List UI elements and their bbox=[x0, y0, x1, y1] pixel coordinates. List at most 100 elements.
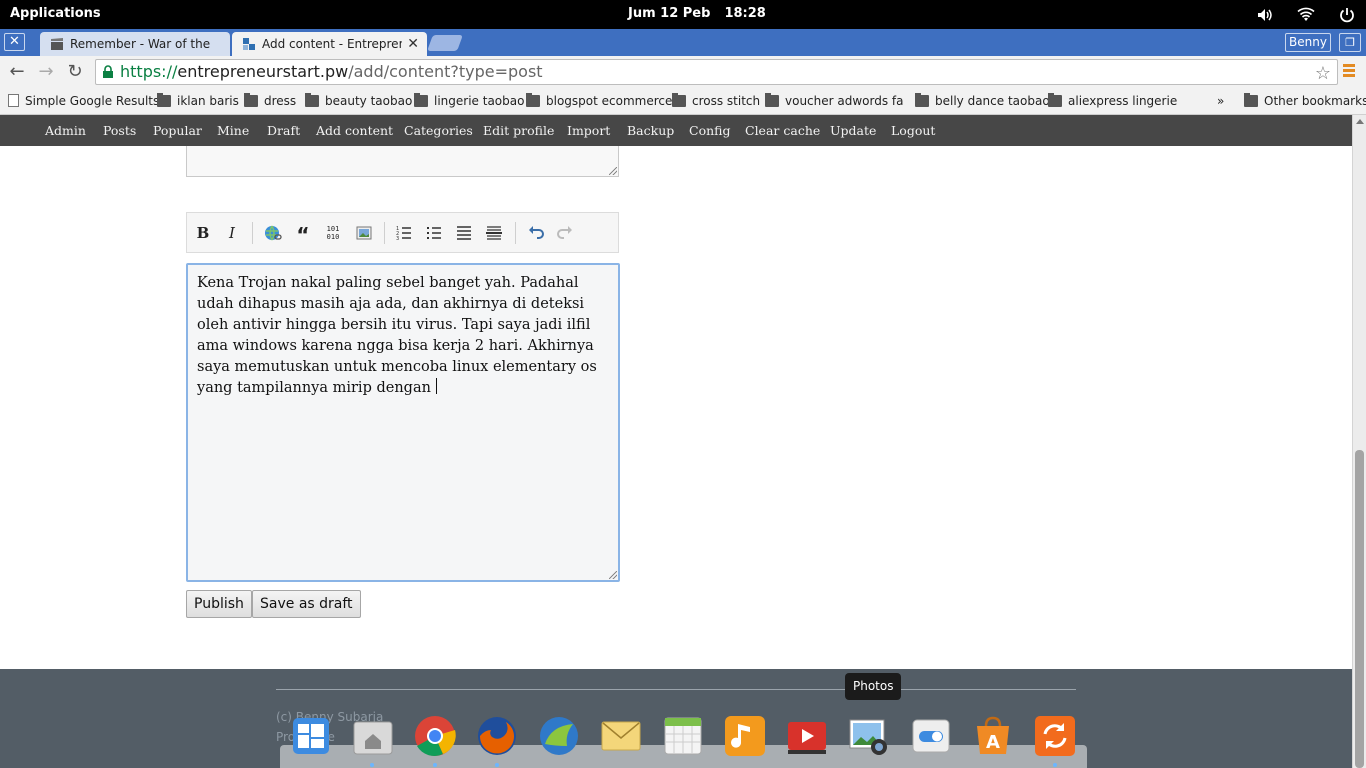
files-icon[interactable] bbox=[351, 714, 395, 758]
back-arrow-icon[interactable]: ← bbox=[5, 60, 29, 84]
nav-popular[interactable]: Popular bbox=[153, 123, 202, 138]
publish-button[interactable]: Publish bbox=[186, 590, 252, 618]
nav-categories[interactable]: Categories bbox=[404, 123, 473, 138]
wifi-icon[interactable] bbox=[1297, 6, 1315, 24]
url-host: entrepreneurstart.pw bbox=[177, 62, 349, 81]
mail-icon[interactable] bbox=[599, 714, 643, 758]
bookmark-folder-iklan-baris[interactable]: iklan baris bbox=[157, 93, 239, 109]
reload-icon[interactable]: ↻ bbox=[63, 60, 87, 84]
nav-draft[interactable]: Draft bbox=[267, 123, 300, 138]
date-label: Jum 12 Peb bbox=[628, 6, 711, 21]
heading-icon[interactable] bbox=[453, 222, 475, 244]
link-globe-icon[interactable] bbox=[262, 222, 284, 244]
nav-admin[interactable]: Admin bbox=[45, 123, 86, 138]
close-tab-icon[interactable]: ✕ bbox=[407, 32, 419, 56]
bold-icon[interactable]: B bbox=[192, 222, 214, 244]
chrome-menu-icon[interactable] bbox=[1343, 64, 1355, 80]
puzzle-favicon-icon bbox=[243, 38, 255, 50]
nav-posts[interactable]: Posts bbox=[103, 123, 136, 138]
scroll-up-arrow-icon[interactable] bbox=[1356, 119, 1364, 124]
power-icon[interactable] bbox=[1338, 6, 1356, 24]
blockquote-icon[interactable]: “ bbox=[292, 222, 314, 247]
horizontal-rule-icon[interactable] bbox=[483, 222, 505, 244]
software-center-icon[interactable]: A bbox=[971, 714, 1015, 758]
chrome-icon[interactable] bbox=[413, 714, 457, 758]
applications-menu[interactable]: Applications bbox=[10, 6, 101, 21]
scroll-thumb[interactable] bbox=[1355, 450, 1364, 768]
save-as-draft-button[interactable]: Save as draft bbox=[252, 590, 361, 618]
tab-strip: ✕ Remember - War of the Sc Add content -… bbox=[0, 29, 1366, 56]
bookmark-folder-cross-stitch[interactable]: cross stitch bbox=[672, 93, 760, 109]
resize-grip-icon[interactable] bbox=[609, 167, 617, 175]
bookmark-simple-google-results[interactable]: Simple Google Results bbox=[8, 93, 159, 109]
browser-toolbar: ← → ↻ https://entrepreneurstart.pw/add/c… bbox=[0, 56, 1366, 88]
switchboard-icon[interactable] bbox=[909, 714, 953, 758]
nav-update[interactable]: Update bbox=[830, 123, 876, 138]
tab-title: Remember - War of the Sc bbox=[70, 37, 210, 51]
code-icon[interactable]: 101 010 bbox=[322, 222, 344, 244]
firefox-icon[interactable] bbox=[475, 714, 519, 758]
folder-icon bbox=[157, 93, 171, 107]
bookmark-folder-aliexpress-lingerie[interactable]: aliexpress lingerie bbox=[1048, 93, 1177, 109]
restore-window-button[interactable]: ❐ bbox=[1339, 33, 1361, 52]
bookmarks-overflow-chevron-icon[interactable]: » bbox=[1217, 93, 1224, 109]
calendar-icon[interactable] bbox=[661, 714, 705, 758]
ordered-list-icon[interactable]: 123 bbox=[393, 222, 415, 244]
videos-icon[interactable] bbox=[785, 714, 829, 758]
photos-icon[interactable] bbox=[847, 714, 891, 758]
tab-remember[interactable]: Remember - War of the Sc bbox=[40, 32, 230, 56]
other-bookmarks[interactable]: Other bookmarks bbox=[1244, 93, 1366, 109]
nav-backup[interactable]: Backup bbox=[627, 123, 674, 138]
clock[interactable]: Jum 12 Peb 18:28 bbox=[628, 6, 780, 21]
page-scrollbar[interactable] bbox=[1352, 115, 1366, 768]
folder-icon bbox=[414, 93, 428, 107]
nav-clear-cache[interactable]: Clear cache bbox=[745, 123, 820, 138]
midori-icon[interactable] bbox=[537, 714, 581, 758]
folder-icon bbox=[672, 93, 686, 107]
italic-icon[interactable]: I bbox=[221, 222, 243, 244]
url-path: /add/content?type=post bbox=[348, 62, 543, 81]
nav-logout[interactable]: Logout bbox=[891, 123, 935, 138]
undo-icon[interactable] bbox=[525, 222, 547, 244]
running-indicator bbox=[370, 763, 374, 767]
post-body-textarea[interactable]: Kena Trojan nakal paling sebel banget ya… bbox=[186, 263, 620, 582]
unordered-list-icon[interactable] bbox=[423, 222, 445, 244]
close-window-button[interactable]: ✕ bbox=[4, 33, 25, 51]
nav-config[interactable]: Config bbox=[689, 123, 730, 138]
forward-arrow-icon[interactable]: → bbox=[34, 60, 58, 84]
music-icon[interactable] bbox=[723, 714, 767, 758]
system-top-panel: Applications Jum 12 Peb 18:28 bbox=[0, 0, 1366, 29]
toolbar-separator bbox=[252, 222, 253, 244]
bookmark-folder-belly-dance-taobao[interactable]: belly dance taobao bbox=[915, 93, 1050, 109]
volume-icon[interactable] bbox=[1256, 6, 1274, 24]
multitasking-view-icon[interactable] bbox=[289, 714, 333, 758]
svg-text:A: A bbox=[986, 732, 1000, 753]
address-bar[interactable]: https://entrepreneurstart.pw/add/content… bbox=[95, 59, 1338, 85]
updater-icon[interactable] bbox=[1033, 714, 1077, 758]
image-icon[interactable] bbox=[353, 222, 375, 244]
url-scheme: https:// bbox=[120, 62, 178, 81]
nav-add-content[interactable]: Add content bbox=[316, 123, 393, 138]
resize-grip-icon[interactable] bbox=[609, 571, 617, 579]
folder-icon bbox=[305, 93, 319, 107]
running-indicator bbox=[433, 763, 437, 767]
tab-add-content[interactable]: Add content - Entrepreneu ✕ bbox=[232, 32, 427, 56]
redo-icon[interactable] bbox=[554, 222, 576, 244]
previous-textarea[interactable] bbox=[186, 146, 619, 177]
bookmark-folder-dress[interactable]: dress bbox=[244, 93, 296, 109]
bookmark-folder-beauty-taobao[interactable]: beauty taobao bbox=[305, 93, 412, 109]
nav-import[interactable]: Import bbox=[567, 123, 610, 138]
bookmark-folder-blogspot-ecommerce[interactable]: blogspot ecommerce bbox=[526, 93, 672, 109]
folder-icon bbox=[244, 93, 258, 107]
profile-button[interactable]: Benny bbox=[1285, 33, 1331, 52]
bookmark-folder-lingerie-taobao[interactable]: lingerie taobao bbox=[414, 93, 524, 109]
new-tab-button[interactable] bbox=[427, 35, 463, 51]
folder-icon bbox=[526, 93, 540, 107]
bookmark-folder-voucher-adwords[interactable]: voucher adwords face bbox=[765, 93, 903, 109]
nav-edit-profile[interactable]: Edit profile bbox=[483, 123, 554, 138]
bookmark-star-icon[interactable]: ☆ bbox=[1315, 62, 1331, 86]
footer-divider bbox=[276, 689, 1076, 690]
running-indicator bbox=[495, 763, 499, 767]
nav-mine[interactable]: Mine bbox=[217, 123, 249, 138]
folder-icon bbox=[765, 93, 779, 107]
